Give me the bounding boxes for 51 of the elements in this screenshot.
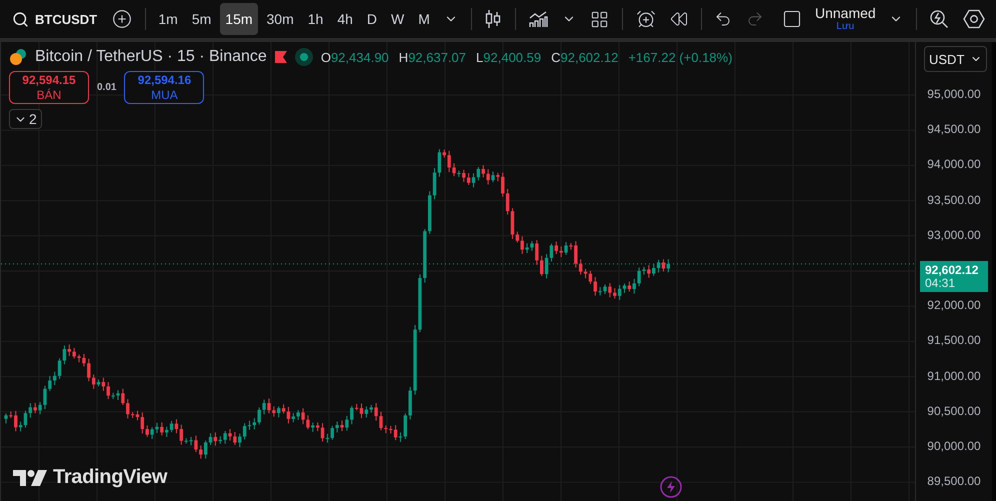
coin-icon (9, 48, 27, 66)
interval-tab[interactable]: W (386, 3, 410, 35)
ohlc-value: H92,637.07 (398, 50, 466, 64)
interval-tab[interactable]: 4h (332, 3, 358, 35)
price-axis-label: 90,500.00 (927, 402, 981, 420)
chart-title: Bitcoin / TetherUS · 15 · Binance (35, 48, 267, 66)
interval-tab[interactable]: 1m (153, 3, 183, 35)
price-axis-label: 90,000.00 (927, 438, 981, 455)
buy-button[interactable]: 92,594.16 MUA (124, 71, 204, 104)
indicators-toggle[interactable]: 2 (9, 109, 42, 129)
layout-name-button[interactable]: Unnamed Lưu (810, 6, 880, 32)
alarm-plus-icon[interactable] (636, 9, 656, 29)
lightning-icon[interactable] (660, 476, 682, 498)
price-axis-label: 94,500.00 (927, 121, 981, 138)
price-change: +167.22 (+0.18%) (628, 50, 732, 64)
price-axis-label: 92,000.00 (927, 297, 981, 314)
add-symbol-icon[interactable] (112, 9, 132, 29)
square-icon[interactable] (782, 9, 802, 29)
interval-tab[interactable]: 5m (186, 3, 216, 35)
logo-icon (13, 470, 47, 486)
price-axis-label: 93,000.00 (927, 226, 981, 244)
interval-tab[interactable]: 30m (262, 3, 299, 35)
symbol-search-button[interactable]: BTCUSDT (6, 6, 104, 32)
price-axis-label: 94,000.00 (927, 156, 981, 174)
ohlc-value: C92,602.12 (551, 50, 618, 64)
indicators-icon[interactable] (528, 9, 548, 29)
quick-search-icon[interactable] (928, 9, 949, 29)
search-icon (12, 10, 29, 28)
settings-icon[interactable] (962, 9, 985, 29)
undo-icon[interactable] (714, 10, 732, 28)
order-quantity: 0.01 (97, 82, 116, 93)
replay-icon[interactable] (670, 10, 688, 28)
price-axis-label: 91,500.00 (927, 332, 981, 350)
price-axis-label: 91,000.00 (927, 368, 981, 384)
interval-tab[interactable]: M (413, 3, 435, 35)
price-axis-label: 95,000.00 (927, 86, 981, 103)
brand-name: TradingView (53, 466, 168, 489)
interval-tab[interactable]: 1h (302, 3, 328, 35)
layout-grid-icon[interactable] (590, 10, 610, 28)
interval-tab[interactable]: 15m (220, 3, 258, 35)
sell-button[interactable]: 92,594.15 BÁN (9, 71, 89, 104)
ohlc-value: O92,434.90 (320, 50, 389, 64)
price-axis-label: 93,500.00 (927, 192, 981, 209)
status-dot-icon (294, 48, 313, 66)
candlestick-icon[interactable] (484, 9, 502, 29)
interval-tab[interactable]: D (362, 3, 382, 35)
currency-dropdown[interactable]: USDT (924, 46, 987, 72)
ohlc-value: L92,400.59 (476, 50, 542, 64)
price-axis-label: 89,500.00 (927, 473, 981, 490)
last-price-label: 92,602.12 04:31 (920, 260, 988, 292)
flag-icon[interactable] (274, 51, 287, 63)
